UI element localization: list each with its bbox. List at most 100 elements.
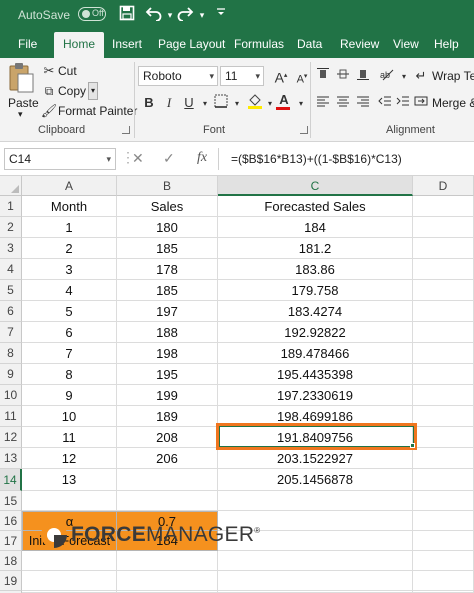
cell-forecast[interactable]: 203.1522927 (218, 448, 413, 469)
tab-page-layout[interactable]: Page Layout (158, 32, 225, 58)
save-icon[interactable] (117, 5, 137, 25)
cell-forecast[interactable]: 189.478466 (218, 343, 413, 364)
italic-button[interactable]: I (160, 94, 178, 112)
autosave-toggle[interactable]: Off (78, 7, 106, 21)
cell[interactable] (117, 551, 218, 571)
paste-button[interactable]: Paste ▾ (6, 62, 39, 120)
cell[interactable] (22, 571, 117, 591)
cell[interactable] (413, 238, 474, 259)
cell-sales[interactable]: 208 (117, 427, 218, 448)
row-header[interactable]: 2 (0, 217, 22, 238)
cell[interactable] (413, 343, 474, 364)
cell-month[interactable]: 10 (22, 406, 117, 427)
increase-indent-icon[interactable] (394, 94, 412, 112)
cell-month[interactable]: 8 (22, 364, 117, 385)
cell[interactable] (218, 491, 413, 511)
cell[interactable] (413, 406, 474, 427)
cell[interactable] (117, 571, 218, 591)
orientation-icon[interactable]: ab (378, 67, 396, 85)
merge-center-button[interactable]: Merge & (412, 94, 474, 112)
cell-forecast[interactable]: 183.4274 (218, 301, 413, 322)
copy-dropdown-icon[interactable]: ▾ (88, 82, 98, 100)
tab-view[interactable]: View (393, 32, 419, 58)
column-header-b[interactable]: B (117, 176, 218, 196)
cell-sales[interactable]: 198 (117, 343, 218, 364)
cell-sales[interactable] (117, 469, 218, 491)
font-size-select[interactable]: 11 ▾ (220, 66, 264, 86)
cell[interactable] (218, 571, 413, 591)
cell[interactable] (413, 259, 474, 280)
clipboard-launcher-icon[interactable] (122, 126, 130, 134)
cell[interactable] (413, 571, 474, 591)
paste-dropdown-icon[interactable]: ▾ (18, 109, 23, 120)
row-header[interactable]: 11 (0, 406, 22, 427)
cell-month[interactable]: 12 (22, 448, 117, 469)
column-header-c[interactable]: C (218, 176, 413, 196)
align-top-icon[interactable] (314, 67, 332, 85)
cell[interactable] (117, 491, 218, 511)
decrease-indent-icon[interactable] (376, 94, 394, 112)
cell-sales[interactable]: 189 (117, 406, 218, 427)
cell-month[interactable]: 4 (22, 280, 117, 301)
row-header[interactable]: 15 (0, 491, 22, 511)
cell[interactable] (413, 364, 474, 385)
borders-dropdown-icon[interactable]: ▾ (228, 95, 246, 113)
customize-quick-access-icon[interactable] (211, 5, 231, 25)
cell-forecast[interactable]: 205.1456878 (218, 469, 413, 491)
cell[interactable] (413, 469, 474, 491)
row-header[interactable]: 19 (0, 571, 22, 591)
select-all-corner[interactable] (0, 176, 22, 196)
cell[interactable] (413, 491, 474, 511)
align-right-icon[interactable] (354, 94, 372, 112)
cell-forecast[interactable]: 183.86 (218, 259, 413, 280)
cell[interactable] (413, 551, 474, 571)
cell-forecast[interactable]: 197.2330619 (218, 385, 413, 406)
cell-forecast[interactable]: 192.92822 (218, 322, 413, 343)
tab-formulas[interactable]: Formulas (234, 32, 284, 58)
cell-month[interactable]: 13 (22, 469, 117, 491)
copy-button[interactable]: ⧉ Copy ▾ (40, 82, 98, 100)
cell-sales[interactable]: 199 (117, 385, 218, 406)
formula-input[interactable]: =($B$16*B13)+((1-$B$16)*C13) (218, 148, 474, 170)
cell[interactable] (413, 322, 474, 343)
name-box[interactable]: C14 ▾ (4, 148, 116, 170)
cell[interactable] (22, 491, 117, 511)
cell-sales[interactable]: 197 (117, 301, 218, 322)
cell[interactable] (413, 217, 474, 238)
cell-month[interactable]: 9 (22, 385, 117, 406)
row-header[interactable]: 4 (0, 259, 22, 280)
cell-month[interactable]: 7 (22, 343, 117, 364)
cell[interactable] (413, 280, 474, 301)
row-header[interactable]: 13 (0, 448, 22, 469)
redo-dropdown-icon[interactable]: ▾ (192, 5, 212, 25)
tab-data[interactable]: Data (297, 32, 322, 58)
cell-sales[interactable]: 185 (117, 280, 218, 301)
decrease-font-icon[interactable]: A▾ (293, 68, 311, 86)
cell-month[interactable]: 5 (22, 301, 117, 322)
cell-month[interactable]: 11 (22, 427, 117, 448)
column-header-a[interactable]: A (22, 176, 117, 196)
align-bottom-icon[interactable] (354, 67, 372, 85)
cell-month[interactable]: 6 (22, 322, 117, 343)
row-header[interactable]: 7 (0, 322, 22, 343)
row-header[interactable]: 8 (0, 343, 22, 364)
cell-sales[interactable]: 206 (117, 448, 218, 469)
row-header[interactable]: 3 (0, 238, 22, 259)
header-forecasted-sales[interactable]: Forecasted Sales (218, 196, 413, 217)
row-header[interactable]: 16 (0, 511, 22, 531)
cell-month[interactable]: 3 (22, 259, 117, 280)
column-header-d[interactable]: D (413, 176, 474, 196)
cell-month[interactable]: 2 (22, 238, 117, 259)
cell-forecast[interactable]: 184 (218, 217, 413, 238)
cell-sales[interactable]: 195 (117, 364, 218, 385)
cell-sales[interactable]: 178 (117, 259, 218, 280)
font-color-button[interactable]: A (275, 91, 291, 111)
cell-forecast[interactable]: 181.2 (218, 238, 413, 259)
align-middle-icon[interactable] (334, 67, 352, 85)
bold-button[interactable]: B (140, 94, 158, 112)
row-header[interactable]: 17 (0, 531, 22, 551)
cell[interactable] (218, 551, 413, 571)
cell[interactable] (413, 531, 474, 551)
wrap-text-button[interactable]: ↵ Wrap Te (412, 67, 474, 85)
orientation-dropdown-icon[interactable]: ▾ (395, 68, 413, 86)
